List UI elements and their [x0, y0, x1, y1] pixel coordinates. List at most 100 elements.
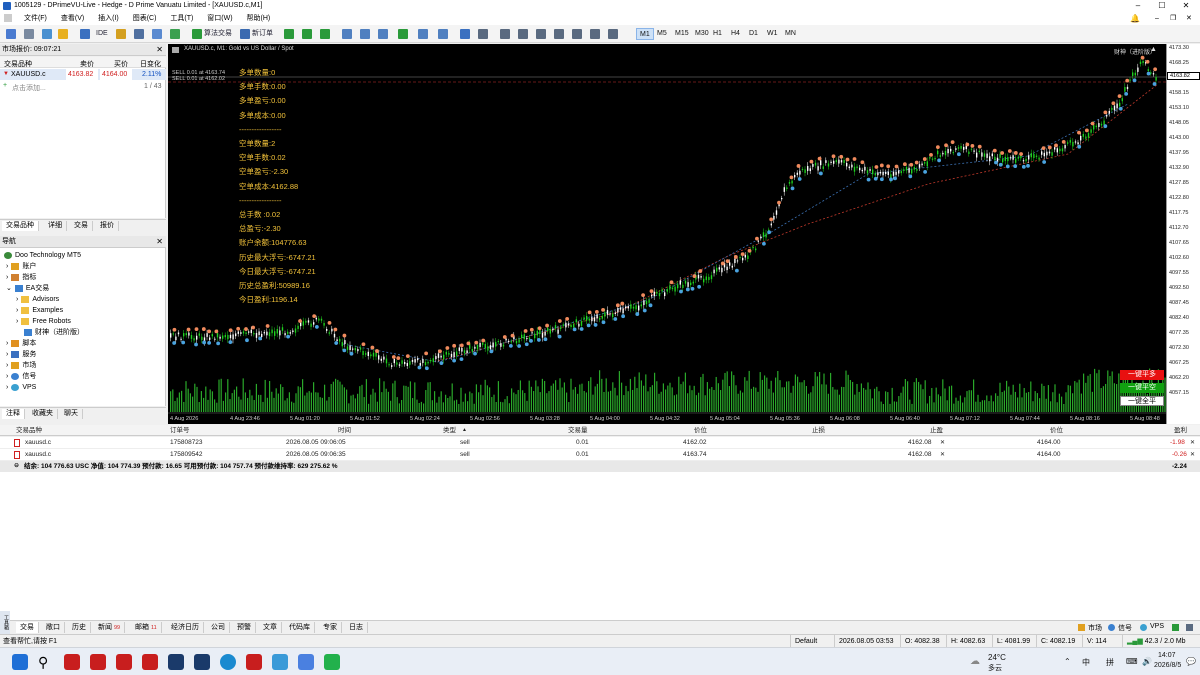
- tab-history[interactable]: 历史: [68, 622, 91, 633]
- timeframe-h4[interactable]: H4: [728, 28, 743, 40]
- menu-charts[interactable]: 图表(C): [127, 12, 163, 25]
- edge-browser-icon[interactable]: [220, 654, 236, 670]
- menu-view[interactable]: 查看(V): [55, 12, 90, 25]
- fibonacci-icon[interactable]: [572, 29, 582, 39]
- vps-icon[interactable]: [170, 29, 180, 39]
- depth-icon[interactable]: [302, 29, 312, 39]
- new-order-button[interactable]: 新订单: [252, 27, 273, 41]
- tab-codebase[interactable]: 代码库: [285, 622, 315, 633]
- nav-folder-advisors[interactable]: › Advisors: [16, 294, 59, 305]
- text-tool-icon[interactable]: [590, 29, 600, 39]
- metaeditor-icon[interactable]: [80, 29, 90, 39]
- price-axis[interactable]: 4173.304168.254163.454158.154153.104148.…: [1166, 44, 1200, 424]
- timeframe-mn[interactable]: MN: [782, 28, 799, 40]
- tab-trading[interactable]: 交易: [70, 221, 93, 231]
- market-watch-icon[interactable]: [42, 29, 52, 39]
- mt5-app-icon[interactable]: [246, 654, 262, 670]
- remove-tp-icon[interactable]: ✕: [940, 437, 945, 449]
- notification-bell-icon[interactable]: 🔔: [1130, 12, 1140, 25]
- toolbox-side-label[interactable]: 工具箱: [0, 611, 10, 634]
- mdi-minimize-button[interactable]: –: [1155, 12, 1159, 25]
- nav-item-ea-caishen[interactable]: 财神（进阶版）: [24, 327, 84, 338]
- signals-link[interactable]: 信号: [1118, 623, 1132, 633]
- nav-item-signals[interactable]: › 信号: [6, 371, 36, 382]
- autoscroll-icon[interactable]: [398, 29, 408, 39]
- mdi-close-button[interactable]: ✕: [1186, 12, 1192, 25]
- keyboard-icon[interactable]: ⌨: [1126, 657, 1138, 666]
- tray-chevron-icon[interactable]: ⌃: [1064, 657, 1071, 666]
- vps-link[interactable]: VPS: [1150, 623, 1164, 630]
- close-icon[interactable]: ✕: [156, 236, 163, 248]
- tab-articles[interactable]: 文章: [259, 622, 282, 633]
- channel-icon[interactable]: [554, 29, 564, 39]
- table-row[interactable]: xauusd.c 175808723 2026.08.05 09:06:05 s…: [0, 437, 1200, 449]
- lock-icon[interactable]: [116, 29, 126, 39]
- tab-chat[interactable]: 聊天: [60, 409, 83, 419]
- crosshair-icon[interactable]: [478, 29, 488, 39]
- timeframe-d1[interactable]: D1: [746, 28, 761, 40]
- col-ticket[interactable]: 订单号: [170, 425, 190, 436]
- menu-help[interactable]: 帮助(H): [241, 12, 277, 25]
- timeframe-w1[interactable]: W1: [764, 28, 781, 40]
- zoom-out-icon[interactable]: [360, 29, 370, 39]
- col-sl[interactable]: 止损: [812, 425, 825, 436]
- ime-chinese[interactable]: 中: [1082, 657, 1090, 668]
- timeframe-h1[interactable]: H1: [710, 28, 725, 40]
- buy-sell-icon[interactable]: [284, 29, 294, 39]
- close-icon[interactable]: ✕: [156, 44, 163, 56]
- algo-trading-icon[interactable]: [192, 29, 202, 39]
- market-watch-row[interactable]: ▼ XAUUSD.c 4163.82 4164.00 2.11%: [0, 69, 166, 80]
- cloud-icon[interactable]: [134, 29, 144, 39]
- menu-window[interactable]: 窗口(W): [201, 12, 238, 25]
- mt5-app-icon[interactable]: [116, 654, 132, 670]
- nav-item-indicators[interactable]: › 指标: [6, 272, 36, 283]
- close-window-button[interactable]: ✕: [1174, 0, 1198, 12]
- col-time[interactable]: 时间: [338, 425, 351, 436]
- tab-company[interactable]: 公司: [207, 622, 230, 633]
- col-type[interactable]: 类型: [443, 425, 456, 436]
- price-chart[interactable]: 4 Aug 2026 4 Aug 23:46 5 Aug 01:20 5 Aug 01…: [168, 44, 1166, 424]
- horizontal-line-icon[interactable]: [518, 29, 528, 39]
- weather-temp[interactable]: 24°C: [988, 653, 1006, 662]
- close-sell-button[interactable]: 一键平空: [1120, 383, 1164, 393]
- mt5-app-icon[interactable]: [64, 654, 80, 670]
- clock-time[interactable]: 14:07: [1158, 652, 1176, 659]
- cursor-icon[interactable]: [460, 29, 470, 39]
- ide-button[interactable]: IDE: [96, 27, 108, 41]
- tab-journal[interactable]: 日志: [345, 622, 368, 633]
- close-position-icon[interactable]: ✕: [1190, 449, 1195, 461]
- market-watch-add-row[interactable]: + 点击添加... 1 / 43: [0, 81, 166, 92]
- profiles-icon[interactable]: [24, 29, 34, 39]
- close-position-icon[interactable]: ✕: [1190, 437, 1195, 449]
- table-row[interactable]: xauusd.c 175809542 2026.08.05 09:06:35 s…: [0, 449, 1200, 461]
- tester-icon[interactable]: [1172, 624, 1179, 631]
- line-chart-icon[interactable]: [320, 29, 330, 39]
- remove-tp-icon[interactable]: ✕: [940, 449, 945, 461]
- windows-start-icon[interactable]: [12, 654, 28, 670]
- vertical-line-icon[interactable]: [500, 29, 510, 39]
- screenshot-icon[interactable]: [438, 29, 448, 39]
- col-price[interactable]: 价位: [694, 425, 707, 436]
- nav-item-services[interactable]: › 服务: [6, 349, 36, 360]
- col-volume[interactable]: 交易量: [568, 425, 588, 436]
- nav-folder-examples[interactable]: › Examples: [16, 305, 63, 316]
- grid-icon[interactable]: [378, 29, 388, 39]
- search-icon[interactable]: ⚲: [38, 654, 54, 670]
- menu-tools[interactable]: 工具(T): [164, 12, 199, 25]
- new-chart-icon[interactable]: [6, 29, 16, 39]
- speaker-icon[interactable]: 🔊: [1142, 657, 1152, 666]
- gtc-app-icon[interactable]: [194, 654, 210, 670]
- menu-insert[interactable]: 插入(I): [92, 12, 125, 25]
- tab-favorites[interactable]: 收藏夹: [28, 409, 58, 419]
- notifications-icon[interactable]: 💬: [1186, 657, 1196, 666]
- add-symbol-link[interactable]: 点击添加...: [12, 83, 46, 93]
- clock-date[interactable]: 2026/8/5: [1154, 662, 1181, 669]
- nav-item-broker[interactable]: Doo Technology MT5: [4, 250, 81, 261]
- timeframe-m30[interactable]: M30: [692, 28, 712, 40]
- menu-file[interactable]: 文件(F): [18, 12, 53, 25]
- timeframe-m5[interactable]: M5: [654, 28, 670, 40]
- tab-news[interactable]: 新闻 99: [94, 622, 126, 633]
- col-symbol[interactable]: 交易品种: [16, 425, 42, 436]
- tab-trade[interactable]: 交易: [16, 622, 39, 633]
- market-link[interactable]: 市场: [1088, 623, 1102, 633]
